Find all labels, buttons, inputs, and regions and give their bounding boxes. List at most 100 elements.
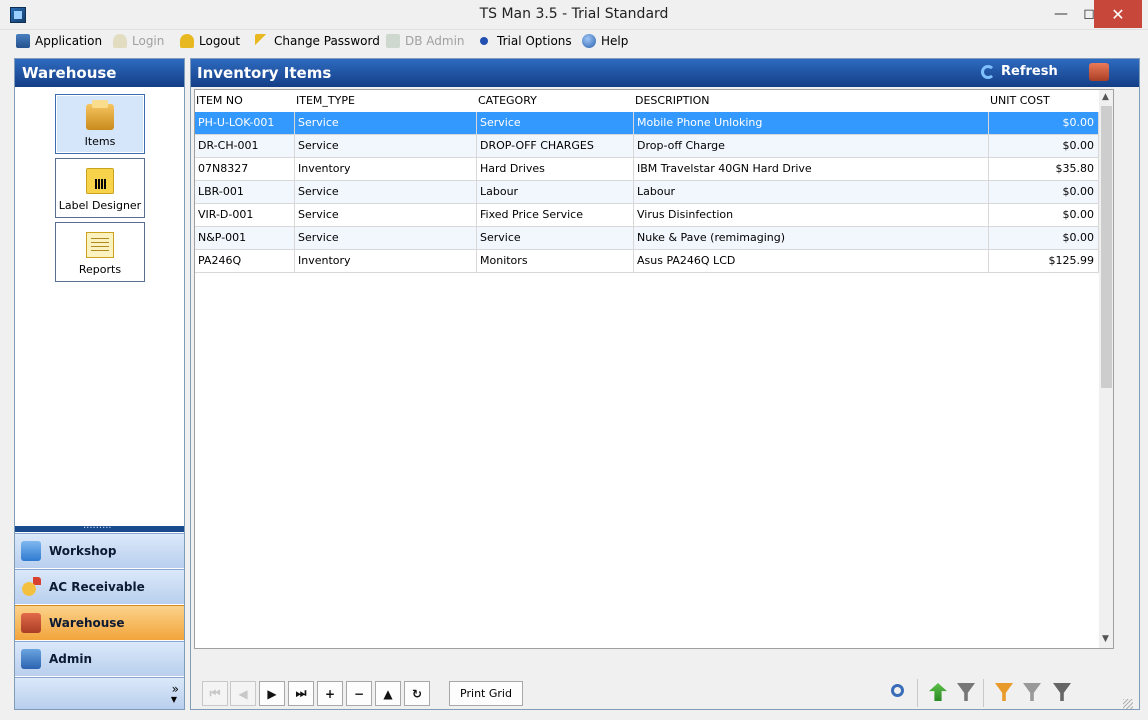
panel-splitter[interactable] bbox=[15, 520, 184, 532]
cell-item-no: PH-U-LOK-001 bbox=[195, 112, 295, 135]
navigation-panel: Warehouse Items Label Designer Reports W… bbox=[14, 58, 185, 710]
menu-trial-options[interactable]: Trial Options bbox=[477, 32, 572, 50]
scrollbar-thumb[interactable] bbox=[1101, 106, 1112, 388]
toolbar-separator bbox=[983, 679, 984, 707]
menu-change-password[interactable]: Change Password bbox=[255, 32, 380, 50]
toolbar-separator bbox=[917, 679, 918, 707]
section-warehouse[interactable]: Warehouse bbox=[15, 605, 184, 640]
navigation-panel-title: Warehouse bbox=[15, 59, 184, 87]
triangle-up-icon: ▲ bbox=[383, 686, 393, 701]
close-button[interactable]: ✕ bbox=[1094, 0, 1142, 28]
column-header-item-type[interactable]: ITEM_TYPE bbox=[296, 94, 355, 107]
print-grid-button[interactable]: Print Grid bbox=[449, 681, 523, 706]
menu-application[interactable]: Application bbox=[16, 32, 102, 50]
report-sheet-icon bbox=[86, 232, 114, 258]
padlock-icon bbox=[180, 34, 194, 48]
column-header-unit-cost[interactable]: UNIT COST bbox=[990, 94, 1050, 107]
cell-category: Labour bbox=[477, 181, 634, 204]
items-box-icon bbox=[86, 100, 114, 130]
table-row[interactable]: 07N8327 Inventory Hard Drives IBM Travel… bbox=[195, 158, 1099, 181]
refresh-record-button[interactable]: ↻ bbox=[404, 681, 430, 706]
window-title: TS Man 3.5 - Trial Standard bbox=[479, 6, 669, 22]
cell-category: Service bbox=[477, 112, 634, 135]
previous-record-button[interactable]: ◀ bbox=[230, 681, 256, 706]
delete-record-button[interactable]: − bbox=[346, 681, 372, 706]
inventory-grid[interactable]: ITEM NO ITEM_TYPE CATEGORY DESCRIPTION U… bbox=[194, 89, 1114, 649]
section-ac-receivable[interactable]: AC Receivable bbox=[15, 569, 184, 604]
table-row[interactable]: PA246Q Inventory Monitors Asus PA246Q LC… bbox=[195, 250, 1099, 273]
cell-category: Hard Drives bbox=[477, 158, 634, 181]
resize-grip[interactable] bbox=[1123, 699, 1133, 709]
first-record-icon: ⏮ bbox=[209, 686, 221, 700]
last-record-icon: ⏭ bbox=[295, 686, 307, 700]
cell-description: Mobile Phone Unloking bbox=[634, 112, 989, 135]
cell-description: IBM Travelstar 40GN Hard Drive bbox=[634, 158, 989, 181]
cell-item-no: N&P-001 bbox=[195, 227, 295, 250]
refresh-button[interactable]: Refresh bbox=[981, 64, 1058, 79]
sort-descending-icon[interactable] bbox=[957, 683, 975, 701]
items-button[interactable]: Items bbox=[55, 94, 145, 154]
table-row[interactable]: VIR-D-001 Service Fixed Price Service Vi… bbox=[195, 204, 1099, 227]
table-row[interactable]: N&P-001 Service Service Nuke & Pave (rem… bbox=[195, 227, 1099, 250]
label-designer-button[interactable]: Label Designer bbox=[55, 158, 145, 218]
next-record-icon: ▶ bbox=[267, 686, 277, 701]
cell-item-no: LBR-001 bbox=[195, 181, 295, 204]
table-row[interactable]: PH-U-LOK-001 Service Service Mobile Phon… bbox=[195, 112, 1099, 135]
first-record-button[interactable]: ⏮ bbox=[202, 681, 228, 706]
clear-filter-icon[interactable] bbox=[1053, 683, 1071, 701]
menu-db-admin[interactable]: DB Admin bbox=[386, 32, 465, 50]
cell-item-no: 07N8327 bbox=[195, 158, 295, 181]
edit-record-button[interactable]: ▲ bbox=[375, 681, 401, 706]
workshop-icon bbox=[21, 541, 41, 561]
section-warehouse-label: Warehouse bbox=[49, 616, 125, 630]
cell-item-no: DR-CH-001 bbox=[195, 135, 295, 158]
grid-header-row: ITEM NO ITEM_TYPE CATEGORY DESCRIPTION U… bbox=[195, 90, 1113, 112]
search-icon[interactable] bbox=[891, 684, 904, 697]
barcode-label-icon bbox=[86, 168, 114, 194]
section-workshop[interactable]: Workshop bbox=[15, 533, 184, 568]
cell-item-no: PA246Q bbox=[195, 250, 295, 273]
next-record-button[interactable]: ▶ bbox=[259, 681, 285, 706]
lock-icon bbox=[113, 34, 127, 48]
sort-ascending-icon[interactable] bbox=[929, 683, 947, 701]
navigation-overflow-bar: » ▼ bbox=[15, 677, 184, 709]
plus-icon: + bbox=[324, 686, 336, 701]
menu-login[interactable]: Login bbox=[113, 32, 164, 50]
cell-description: Labour bbox=[634, 181, 989, 204]
section-admin-label: Admin bbox=[49, 652, 93, 666]
database-icon bbox=[386, 34, 400, 48]
page-title: Inventory Items bbox=[197, 64, 332, 82]
reports-button[interactable]: Reports bbox=[55, 222, 145, 282]
column-header-item-no[interactable]: ITEM NO bbox=[196, 94, 243, 107]
table-row[interactable]: DR-CH-001 Service DROP-OFF CHARGES Drop-… bbox=[195, 135, 1099, 158]
last-record-button[interactable]: ⏭ bbox=[288, 681, 314, 706]
dropdown-arrow-icon[interactable]: ▼ bbox=[171, 695, 177, 704]
column-header-description[interactable]: DESCRIPTION bbox=[635, 94, 709, 107]
scroll-down-icon[interactable]: ▼ bbox=[1102, 634, 1109, 644]
column-header-category[interactable]: CATEGORY bbox=[478, 94, 537, 107]
filter-edit-icon[interactable] bbox=[1023, 683, 1041, 701]
cell-item-type: Inventory bbox=[295, 250, 477, 273]
chevron-right-icon[interactable]: » bbox=[172, 682, 179, 696]
menu-help[interactable]: Help bbox=[582, 32, 628, 50]
cell-unit-cost: $125.99 bbox=[989, 250, 1099, 273]
grid-vertical-scrollbar[interactable]: ▲ ▼ bbox=[1099, 90, 1113, 648]
menu-db-admin-label: DB Admin bbox=[405, 34, 465, 48]
bullet-icon bbox=[480, 37, 488, 45]
cell-unit-cost: $0.00 bbox=[989, 112, 1099, 135]
cell-category: Monitors bbox=[477, 250, 634, 273]
reports-button-label: Reports bbox=[78, 263, 122, 276]
reload-icon: ↻ bbox=[411, 686, 423, 701]
filter-icon[interactable] bbox=[995, 683, 1013, 701]
table-row[interactable]: LBR-001 Service Labour Labour $0.00 bbox=[195, 181, 1099, 204]
scroll-up-icon[interactable]: ▲ bbox=[1102, 92, 1109, 102]
section-admin[interactable]: Admin bbox=[15, 641, 184, 676]
menu-application-label: Application bbox=[35, 34, 103, 48]
menu-trial-options-label: Trial Options bbox=[497, 34, 572, 48]
cell-item-type: Inventory bbox=[295, 158, 477, 181]
add-record-button[interactable]: + bbox=[317, 681, 343, 706]
menu-logout[interactable]: Logout bbox=[180, 32, 240, 50]
section-ac-receivable-label: AC Receivable bbox=[49, 580, 145, 594]
cell-item-no: VIR-D-001 bbox=[195, 204, 295, 227]
cell-unit-cost: $0.00 bbox=[989, 135, 1099, 158]
